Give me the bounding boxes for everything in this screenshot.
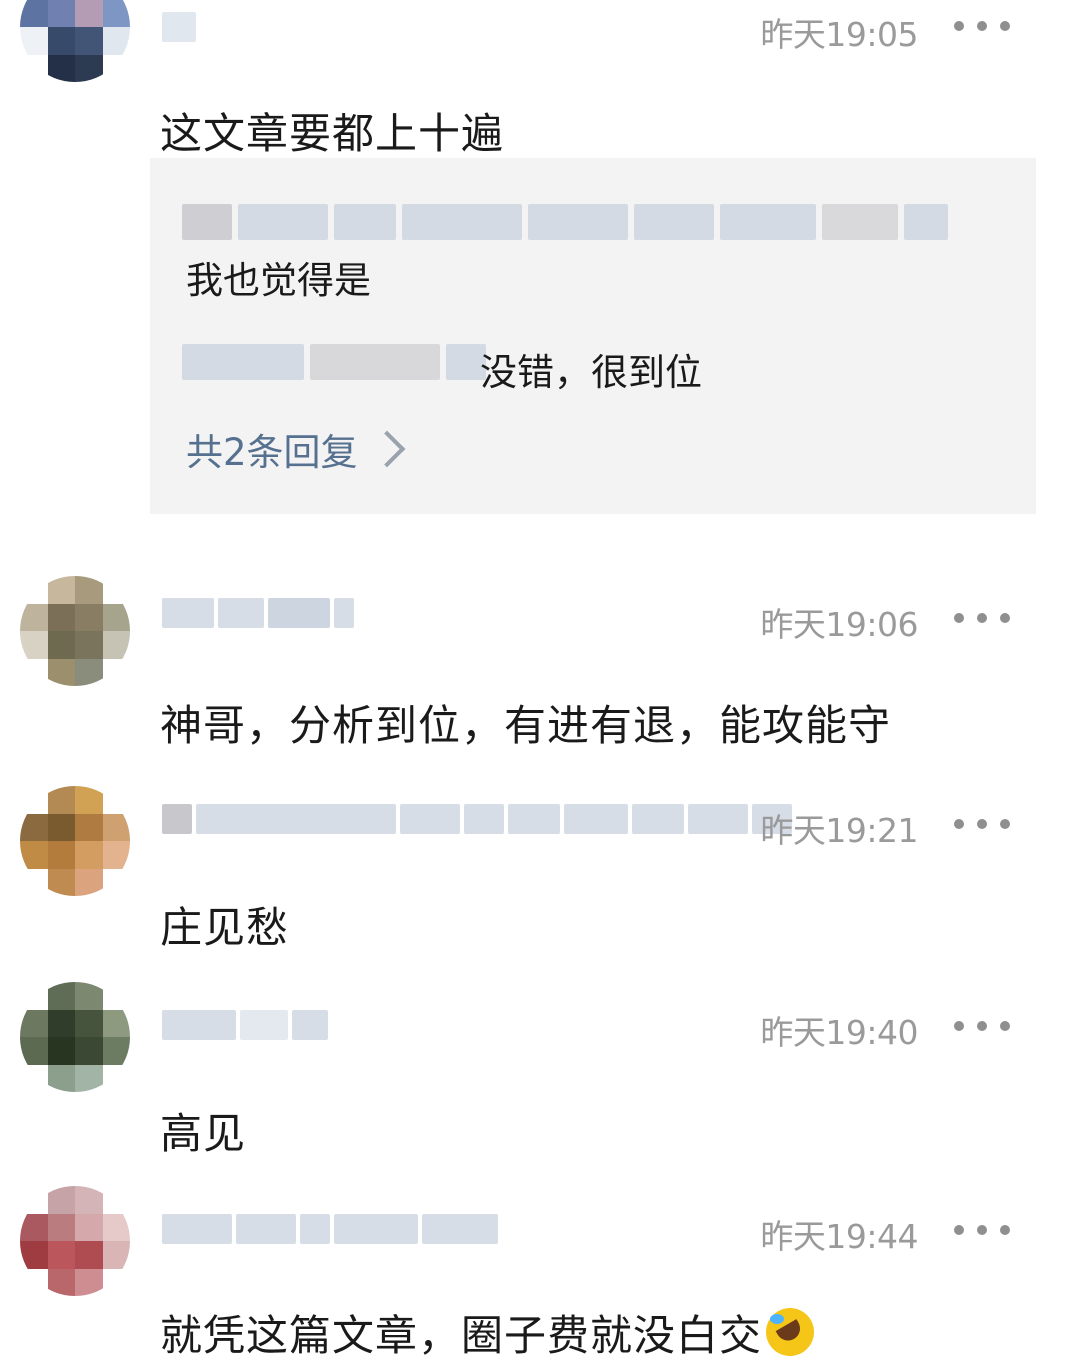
more-options-icon[interactable] [954, 1016, 1010, 1036]
comment-time: 昨天19:44 [760, 1217, 918, 1256]
reply-username-blurred [182, 344, 486, 380]
reply-text: 我也觉得是 [186, 259, 371, 302]
comment-time: 昨天19:05 [760, 15, 918, 54]
avatar[interactable] [20, 982, 130, 1092]
laughing-tears-emoji-icon [766, 1308, 815, 1356]
view-replies-link[interactable]: 共2条回复 [186, 422, 405, 476]
username-blurred[interactable] [162, 4, 196, 50]
more-options-icon[interactable] [954, 608, 1010, 628]
comment-text: 庄见愁 [160, 903, 290, 952]
comment-time: 昨天19:06 [760, 605, 918, 644]
more-options-icon[interactable] [954, 814, 1010, 834]
more-options-icon[interactable] [954, 1220, 1010, 1240]
chevron-right-icon [368, 430, 405, 468]
reply-username-blurred [182, 204, 948, 240]
username-blurred[interactable] [162, 590, 354, 636]
comment-text: 就凭这篇文章，圈子费就没白交 [160, 1302, 815, 1363]
avatar[interactable] [20, 0, 130, 82]
avatar[interactable] [20, 576, 130, 686]
username-blurred[interactable] [162, 1206, 498, 1252]
username-blurred[interactable] [162, 796, 792, 842]
comment-time: 昨天19:40 [760, 1013, 918, 1052]
avatar[interactable] [20, 786, 130, 896]
comment-text: 这文章要都上十遍 [160, 109, 505, 158]
comment-text-content: 就凭这篇文章，圈子费就没白交 [160, 1311, 763, 1360]
more-options-icon[interactable] [954, 16, 1010, 36]
username-blurred[interactable] [162, 1002, 328, 1048]
avatar[interactable] [20, 1186, 130, 1296]
comment-text: 高见 [160, 1109, 247, 1158]
comment-text: 神哥，分析到位，有进有退，能攻能守 [160, 701, 892, 750]
reply-box[interactable]: 我也觉得是 没错，很到位 共2条回复 [150, 158, 1036, 514]
reply-text: 没错，很到位 [480, 351, 702, 394]
reply-count-label: 共2条回复 [186, 431, 358, 474]
comment-time: 昨天19:21 [760, 811, 918, 850]
